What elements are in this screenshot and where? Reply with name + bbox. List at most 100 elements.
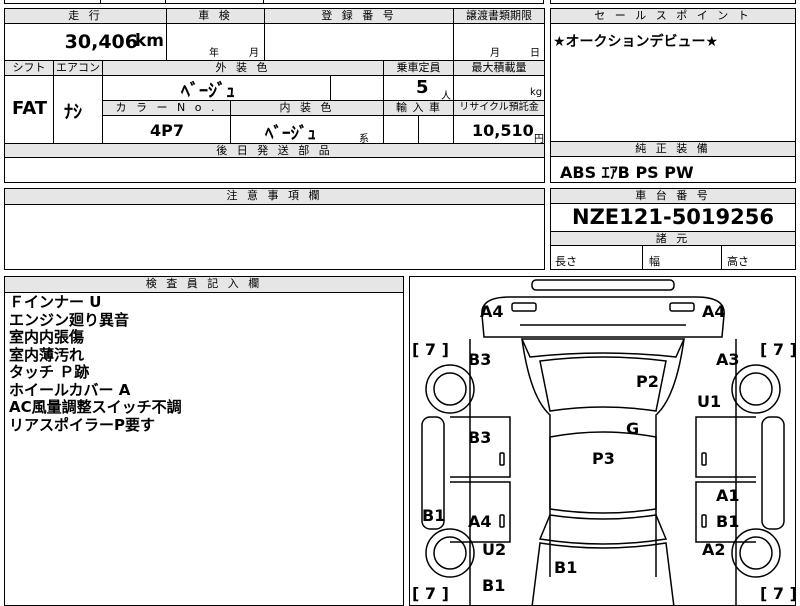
door-handle-rr bbox=[701, 514, 707, 528]
interior-color-cell: ﾍﾞｰｼﾞｭ 系 bbox=[231, 116, 384, 145]
top-divider-3 bbox=[263, 0, 264, 4]
aircon-header: エアコン bbox=[54, 61, 103, 76]
mileage-unit: km bbox=[134, 31, 164, 51]
max-load-header: 最大積載量 bbox=[454, 61, 544, 76]
roof-shape bbox=[549, 431, 657, 514]
inspector-note: Ｆインナー U bbox=[9, 293, 102, 311]
transfer-docs-header: 譲渡書類期限 bbox=[454, 9, 544, 24]
tire-mark-front-right: [ 7 ] bbox=[760, 340, 796, 359]
max-load-cell: kg bbox=[454, 76, 544, 101]
exterior-color-extra-cell bbox=[331, 76, 384, 101]
door-front-left-shape bbox=[450, 416, 511, 478]
dims-divider-2 bbox=[721, 246, 722, 269]
headlight-right-shape bbox=[669, 302, 695, 312]
capacity-unit: 人 bbox=[441, 91, 451, 102]
top-divider-1 bbox=[100, 0, 101, 4]
chassis-panel: 車 台 番 号 NZE121-5019256 諸 元 長さ 幅 高さ bbox=[550, 188, 796, 270]
shift-cell: FAT bbox=[5, 76, 54, 144]
recycle-unit: 円 bbox=[534, 134, 544, 145]
chassis-header: 車 台 番 号 bbox=[551, 189, 795, 204]
top-border-strip-right bbox=[550, 0, 796, 4]
mark-p3: P3 bbox=[592, 449, 615, 468]
interior-color-header: 内 装 色 bbox=[231, 101, 384, 116]
recycle-cell: 10,510 円 bbox=[454, 116, 544, 145]
inspection-year-label: 年 bbox=[209, 48, 219, 59]
equipment-header: 純 正 装 備 bbox=[551, 142, 795, 157]
aircon-cell: ﾅｼ bbox=[54, 76, 103, 144]
tire-rear-right-shape bbox=[731, 528, 781, 578]
exterior-color-cell: ﾍﾞｰｼﾞｭ bbox=[103, 76, 331, 102]
tire-mark-front-left: [ 7 ] bbox=[412, 340, 449, 359]
mark-b3-upper: B3 bbox=[468, 350, 491, 369]
tire-mark-rear-left: [ 7 ] bbox=[412, 584, 449, 603]
cautions-panel: 注 意 事 項 欄 bbox=[4, 188, 545, 270]
tire-front-right-inner bbox=[739, 372, 773, 406]
registration-header: 登 録 番 号 bbox=[265, 9, 454, 24]
chassis-number: NZE121-5019256 bbox=[572, 205, 774, 229]
sales-points-header: セ ー ル ス ポ イ ン ト bbox=[551, 9, 795, 24]
equipment-panel: 純 正 装 備 ABS ｴｱB PS PW bbox=[550, 141, 796, 183]
mileage-cell: 30,406 km bbox=[5, 24, 167, 61]
dims-header: 諸 元 bbox=[551, 231, 795, 246]
aircon-value: ﾅｼ bbox=[64, 102, 82, 123]
shift-header: シフト bbox=[5, 61, 54, 76]
inspection-cell: 年 月 bbox=[167, 24, 265, 61]
mark-b1-left: B1 bbox=[422, 506, 445, 525]
mark-a4-front-left: A4 bbox=[480, 302, 504, 321]
inspector-notes-list: Ｆインナー U エンジン廻り異音 室内内張傷 室内薄汚れ タッチ Ｐ跡 ホイール… bbox=[9, 293, 182, 434]
width-label: 幅 bbox=[649, 255, 660, 268]
inspection-header: 車 検 bbox=[167, 9, 265, 24]
tire-front-left-inner bbox=[433, 372, 467, 406]
shift-value: FAT bbox=[12, 98, 48, 119]
mark-u2: U2 bbox=[482, 540, 506, 559]
inspection-month-label: 月 bbox=[249, 48, 259, 59]
mark-p2: P2 bbox=[636, 372, 659, 391]
exterior-color-header: 外 装 色 bbox=[103, 61, 384, 76]
capacity-header: 乗車定員 bbox=[384, 61, 454, 76]
top-border-strip bbox=[4, 0, 544, 4]
mark-b3-lower: B3 bbox=[468, 428, 491, 447]
tire-rear-left-shape bbox=[425, 528, 475, 578]
door-handle-fl bbox=[499, 452, 505, 466]
mark-a3: A3 bbox=[716, 350, 740, 369]
transfer-day-label: 日 bbox=[530, 48, 540, 59]
inspector-panel: 検 査 員 記 入 欄 Ｆインナー U エンジン廻り異音 室内内張傷 室内薄汚れ… bbox=[4, 276, 404, 606]
transfer-month-label: 月 bbox=[490, 48, 500, 59]
capacity-cell: 5 人 bbox=[384, 76, 454, 102]
mark-a1: A1 bbox=[716, 486, 740, 505]
mileage-value: 30,406 bbox=[64, 31, 138, 53]
mark-u1: U1 bbox=[697, 392, 721, 411]
recycle-header: リサイクル預託金 bbox=[454, 101, 544, 116]
inspector-note: タッチ Ｐ跡 bbox=[9, 363, 90, 381]
inspector-note: AC風量調整スイッチ不調 bbox=[9, 398, 182, 416]
mileage-header: 走 行 bbox=[5, 9, 167, 24]
mark-b1-door: B1 bbox=[716, 512, 739, 531]
car-diagram: A4 A4 B3 A3 P2 U1 G B3 P3 A1 B1 B1 A4 U2… bbox=[412, 279, 796, 605]
front-bumper-shape bbox=[531, 279, 675, 291]
color-no-cell: 4P7 bbox=[103, 116, 231, 144]
import-header: 輸 入 車 bbox=[384, 101, 454, 116]
mark-a2: A2 bbox=[702, 540, 726, 559]
dims-divider-1 bbox=[642, 246, 643, 269]
body-left-inner bbox=[521, 338, 551, 577]
inspector-note: 室内薄汚れ bbox=[9, 345, 85, 364]
max-load-unit: kg bbox=[530, 87, 543, 98]
tire-front-left-shape bbox=[425, 364, 475, 414]
inspector-header: 検 査 員 記 入 欄 bbox=[5, 277, 403, 293]
mark-a4-front-right: A4 bbox=[702, 302, 726, 321]
inspector-note: エンジン廻り異音 bbox=[9, 310, 130, 329]
inspector-note: ホイールカバー A bbox=[9, 380, 131, 399]
import-cell-b bbox=[419, 116, 454, 144]
door-handle-rl bbox=[499, 514, 505, 528]
equipment-text: ABS ｴｱB PS PW bbox=[560, 163, 694, 182]
recycle-value: 10,510 bbox=[472, 121, 534, 140]
hood-shape bbox=[520, 338, 686, 358]
interior-color-value: ﾍﾞｰｼﾞｭ bbox=[265, 124, 316, 144]
vehicle-info-table: 走 行 車 検 登 録 番 号 譲渡書類期限 30,406 km 年 月 月 日… bbox=[4, 8, 545, 183]
inspector-note: 室内内張傷 bbox=[9, 328, 85, 346]
length-label: 長さ bbox=[555, 255, 577, 268]
interior-color-suffix: 系 bbox=[359, 134, 369, 145]
mark-g: G bbox=[626, 419, 639, 438]
body-right-inner bbox=[655, 338, 685, 577]
height-label: 高さ bbox=[727, 255, 749, 268]
